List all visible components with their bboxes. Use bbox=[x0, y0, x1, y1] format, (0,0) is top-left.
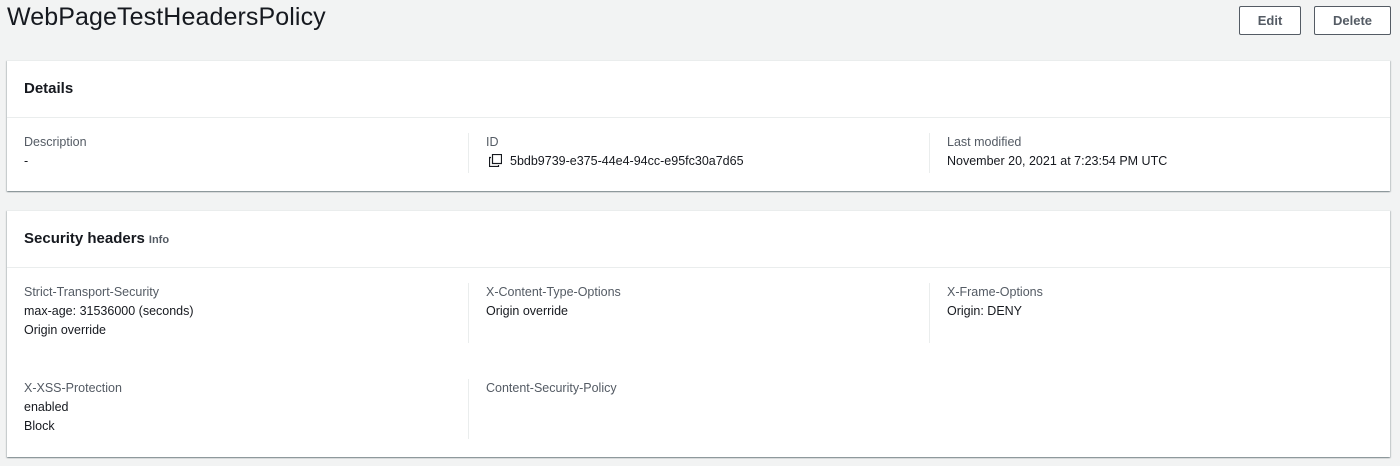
security-card-header: Security headers Info bbox=[7, 211, 1390, 268]
id-value: 5bdb9739-e375-44e4-94cc-e95fc30a7d65 bbox=[510, 154, 744, 168]
security-headers-title-text: Security headers bbox=[24, 230, 145, 247]
xxss-label: X-XSS-Protection bbox=[24, 381, 122, 395]
xfo-value: Origin: DENY bbox=[947, 304, 1023, 318]
last-modified-label: Last modified bbox=[947, 135, 1022, 149]
column-divider bbox=[468, 133, 469, 173]
security-headers-card: Security headers Info Strict-Transport-Se… bbox=[7, 210, 1390, 457]
hsts-label: Strict-Transport-Security bbox=[24, 285, 159, 299]
xfo-label: X-Frame-Options bbox=[947, 285, 1043, 299]
edit-button[interactable]: Edit bbox=[1239, 6, 1301, 35]
column-divider bbox=[929, 283, 930, 343]
csp-field: Content-Security-Policy bbox=[486, 379, 617, 398]
page-title: WebPageTestHeadersPolicy bbox=[7, 3, 326, 31]
details-card-header: Details bbox=[7, 61, 1390, 118]
id-value-row: 5bdb9739-e375-44e4-94cc-e95fc30a7d65 bbox=[486, 152, 744, 171]
delete-button[interactable]: Delete bbox=[1314, 6, 1391, 35]
xfo-field: X-Frame-Options Origin: DENY bbox=[947, 283, 1043, 321]
description-label: Description bbox=[24, 135, 87, 149]
hsts-value-2: Origin override bbox=[24, 323, 106, 337]
column-divider bbox=[468, 283, 469, 343]
xcto-label: X-Content-Type-Options bbox=[486, 285, 621, 299]
hsts-field: Strict-Transport-Security max-age: 31536… bbox=[24, 283, 194, 340]
xcto-value: Origin override bbox=[486, 304, 568, 318]
xcto-field: X-Content-Type-Options Origin override bbox=[486, 283, 621, 321]
description-value: - bbox=[24, 154, 29, 168]
column-divider bbox=[468, 379, 469, 439]
copy-icon[interactable] bbox=[488, 153, 503, 168]
description-field: Description - bbox=[24, 133, 87, 171]
details-title: Details bbox=[24, 80, 74, 97]
page-header: WebPageTestHeadersPolicy Edit Delete bbox=[0, 0, 1400, 46]
id-label: ID bbox=[486, 135, 499, 149]
hsts-value-1: max-age: 31536000 (seconds) bbox=[24, 304, 194, 318]
xxss-field: X-XSS-Protection enabled Block bbox=[24, 379, 122, 436]
details-card: Details Description - ID 5bdb9739-e375-4… bbox=[7, 60, 1390, 191]
id-field: ID 5bdb9739-e375-44e4-94cc-e95fc30a7d65 bbox=[486, 133, 744, 171]
security-headers-title: Security headers Info bbox=[24, 230, 169, 247]
last-modified-field: Last modified November 20, 2021 at 7:23:… bbox=[947, 133, 1167, 171]
info-link[interactable]: Info bbox=[149, 234, 169, 246]
last-modified-value: November 20, 2021 at 7:23:54 PM UTC bbox=[947, 154, 1168, 168]
column-divider bbox=[929, 133, 930, 173]
xxss-value-1: enabled bbox=[24, 400, 69, 414]
csp-label: Content-Security-Policy bbox=[486, 381, 617, 395]
xxss-value-2: Block bbox=[24, 419, 55, 433]
